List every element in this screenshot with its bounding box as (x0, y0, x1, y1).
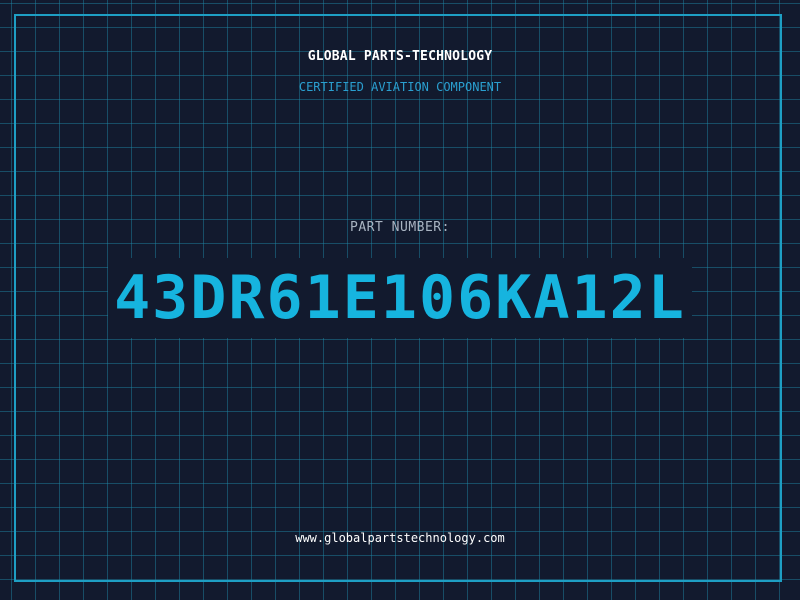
company-name: GLOBAL PARTS-TECHNOLOGY (307, 49, 493, 64)
part-number-label: PART NUMBER: (350, 220, 450, 235)
part-number-container: 43DR61E106KA12L (0, 258, 800, 338)
website-url: www.globalpartstechnology.com (295, 531, 505, 545)
certification-subtitle: CERTIFIED AVIATION COMPONENT (298, 80, 502, 94)
part-number-value: 43DR61E106KA12L (108, 258, 692, 338)
